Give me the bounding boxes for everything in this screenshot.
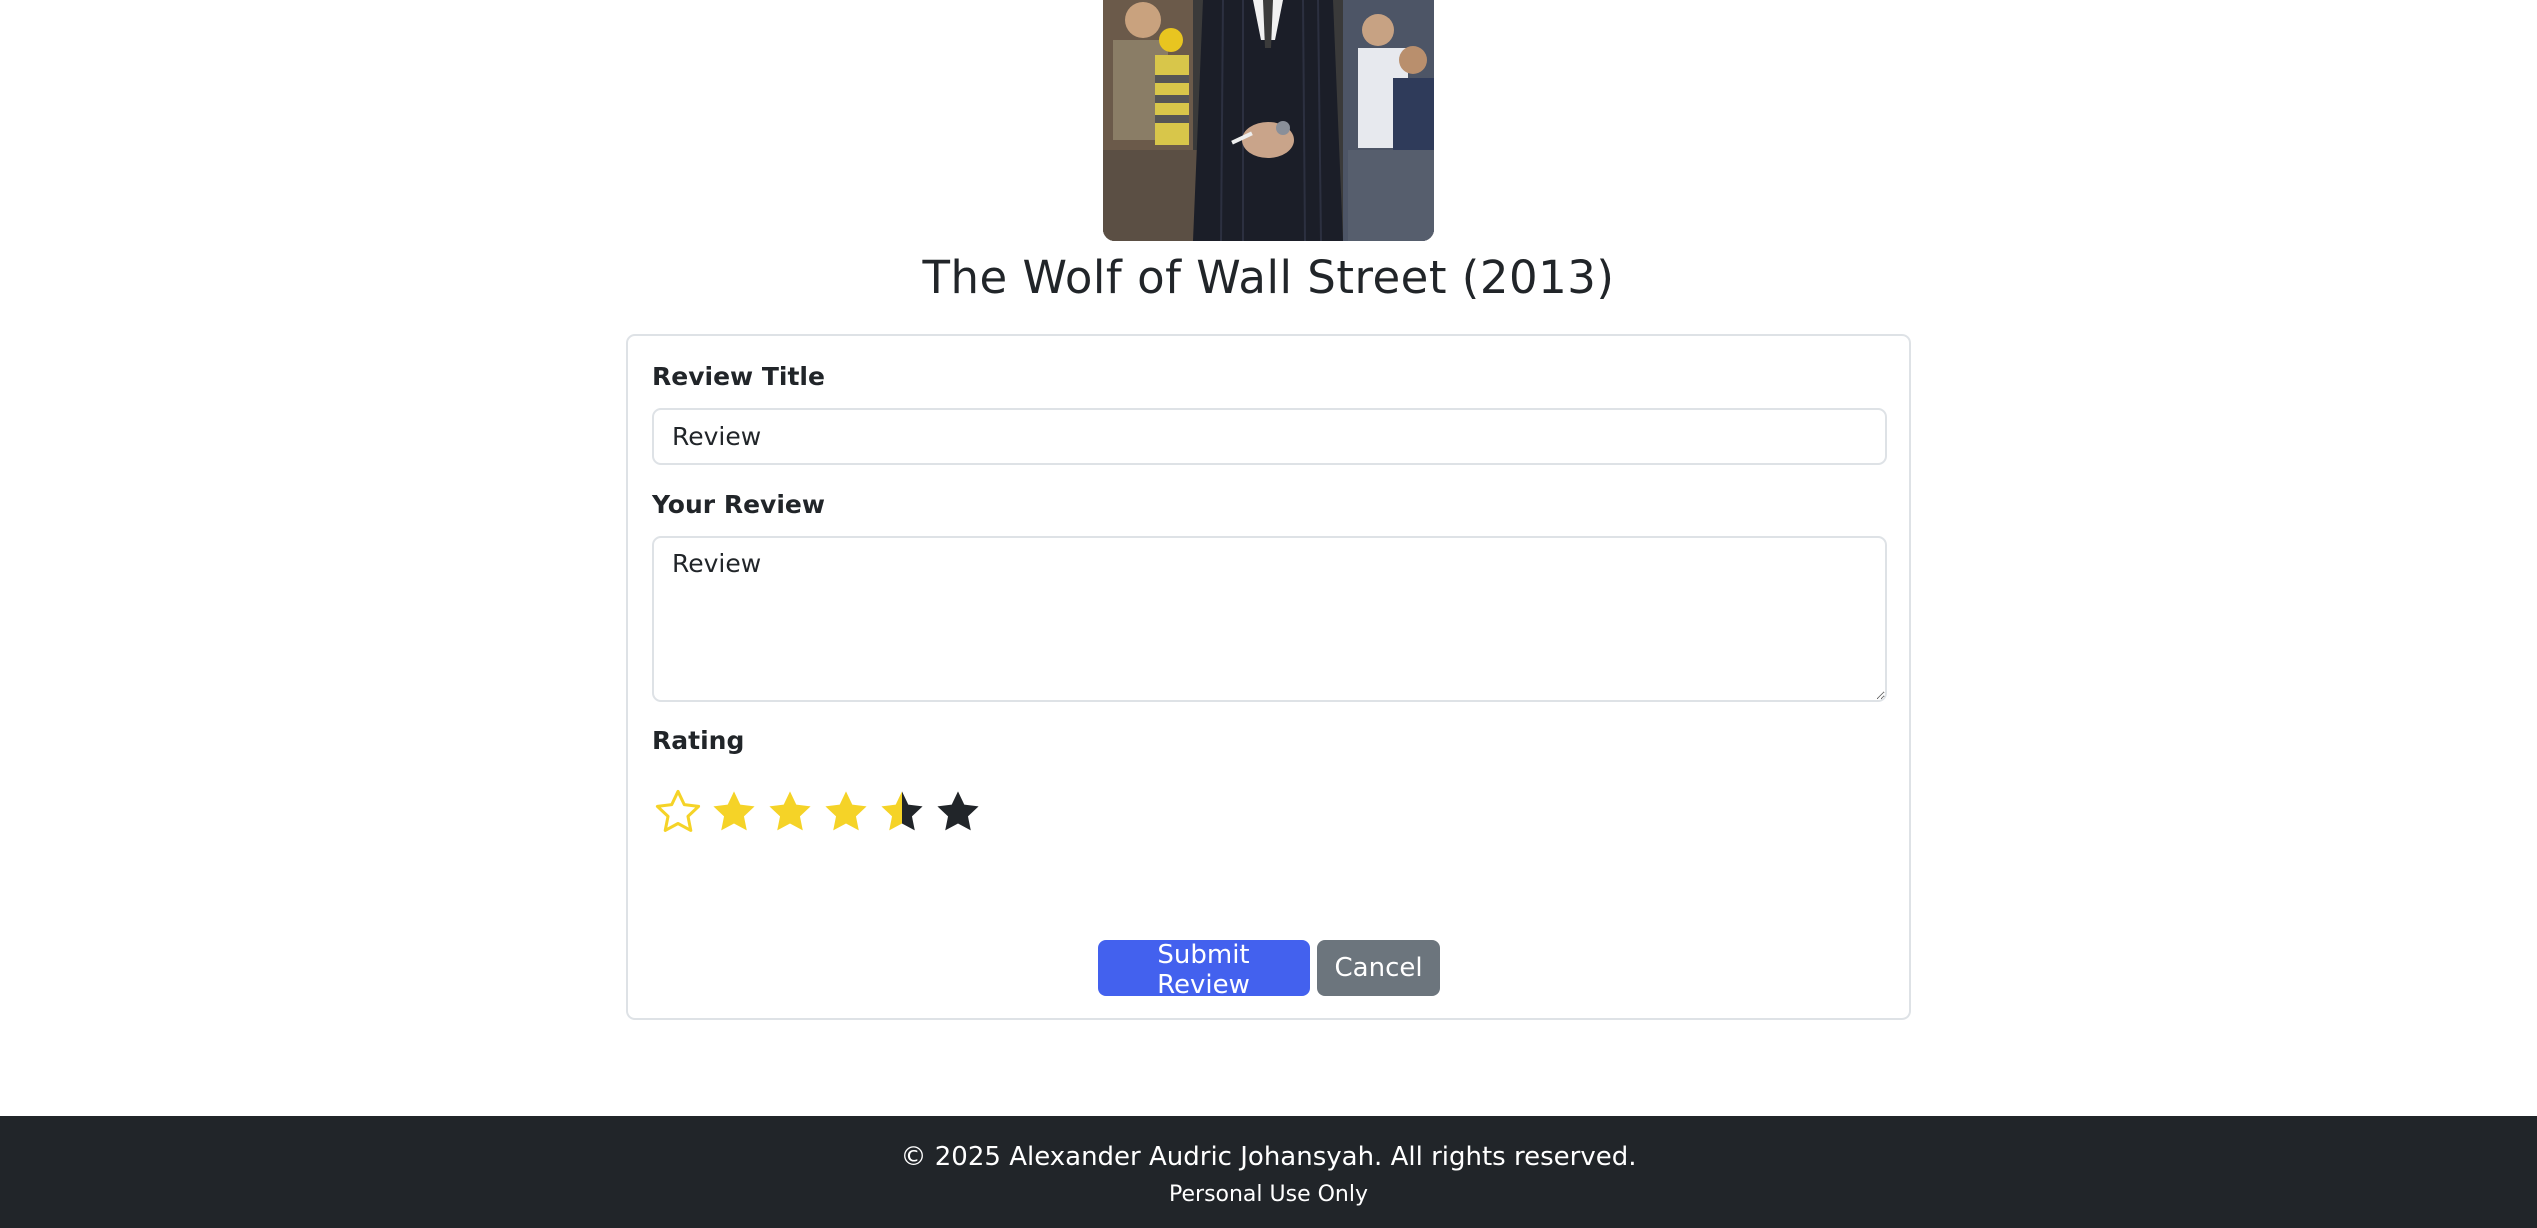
star-filled-icon[interactable] [820, 786, 872, 838]
star-filled-icon[interactable] [764, 786, 816, 838]
review-form-card: Review Title Your Review Review Rating S… [626, 334, 1911, 1020]
review-body-textarea[interactable]: Review [652, 536, 1887, 702]
review-title-label: Review Title [652, 362, 825, 391]
cancel-button[interactable]: Cancel [1316, 940, 1440, 996]
page: The Wolf of Wall Street (2013) Review Ti… [0, 0, 2537, 1228]
star-rating [652, 786, 984, 842]
footer: © 2025 Alexander Audric Johansyah. All r… [0, 1116, 2537, 1228]
star-outline-icon[interactable] [652, 786, 704, 838]
submit-review-button[interactable]: Submit Review [1097, 940, 1310, 1000]
rating-label: Rating [652, 726, 745, 755]
star-empty-icon[interactable] [932, 786, 984, 838]
review-title-input[interactable] [652, 408, 1887, 465]
movie-title: The Wolf of Wall Street (2013) [922, 251, 1615, 304]
movie-poster-image [1103, 0, 1434, 241]
form-actions: Submit Review Cancel [628, 940, 1909, 1000]
footer-note: Personal Use Only [1169, 1182, 1368, 1207]
review-body-label: Your Review [652, 490, 825, 519]
footer-copyright: © 2025 Alexander Audric Johansyah. All r… [900, 1142, 1637, 1172]
star-filled-icon[interactable] [708, 786, 760, 838]
star-half-icon[interactable] [876, 786, 928, 838]
